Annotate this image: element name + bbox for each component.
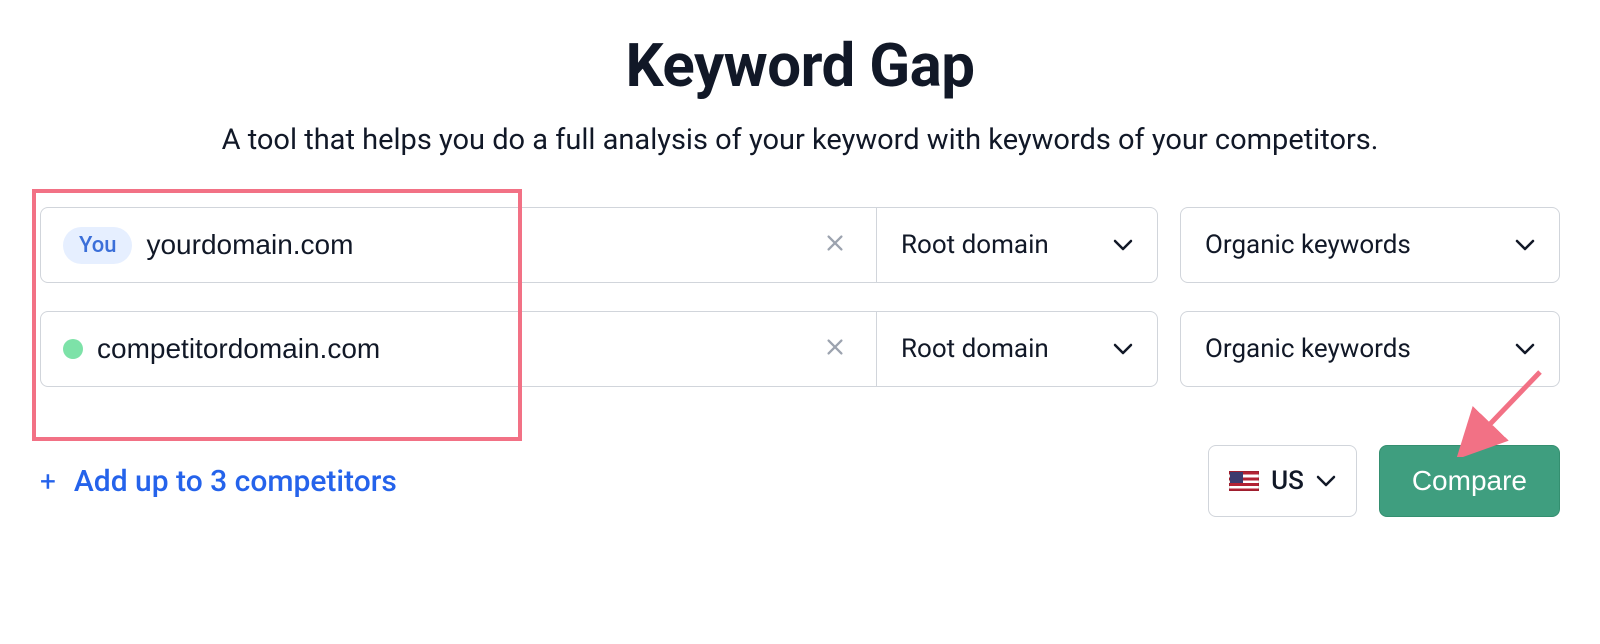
competitor-keyword-type-select[interactable]: Organic keywords: [1180, 311, 1560, 387]
page-subtitle: A tool that helps you do a full analysis…: [40, 123, 1560, 157]
chevron-down-icon: [1113, 238, 1133, 252]
domain-input-group: Root domain: [40, 311, 1158, 387]
keyword-gap-form: You Root domain Organic keywords: [40, 207, 1560, 517]
flag-us-icon: [1229, 471, 1259, 491]
close-icon: [824, 229, 846, 261]
scope-label: Root domain: [901, 334, 1049, 364]
domain-input-group: You Root domain: [40, 207, 1158, 283]
your-keyword-type-select[interactable]: Organic keywords: [1180, 207, 1560, 283]
keyword-type-label: Organic keywords: [1205, 334, 1411, 364]
you-badge: You: [63, 227, 132, 264]
chevron-down-icon: [1515, 342, 1535, 356]
clear-your-domain-button[interactable]: [816, 229, 854, 261]
add-competitors-link[interactable]: + Add up to 3 competitors: [40, 464, 397, 499]
competitor-domain-input[interactable]: [97, 333, 802, 365]
chevron-down-icon: [1316, 474, 1336, 488]
country-code-label: US: [1271, 466, 1304, 496]
country-select[interactable]: US: [1208, 445, 1357, 517]
plus-icon: +: [40, 465, 56, 498]
competitor-scope-select[interactable]: Root domain: [877, 312, 1157, 386]
competitor-domain-input-wrap[interactable]: [41, 312, 877, 386]
your-domain-input[interactable]: [146, 229, 802, 261]
keyword-type-label: Organic keywords: [1205, 230, 1411, 260]
your-scope-select[interactable]: Root domain: [877, 208, 1157, 282]
competitor-dot-icon: [63, 339, 83, 359]
your-domain-input-wrap[interactable]: You: [41, 208, 877, 282]
close-icon: [824, 333, 846, 365]
add-competitors-label: Add up to 3 competitors: [74, 464, 397, 499]
domain-row: You Root domain Organic keywords: [40, 207, 1560, 283]
page-title: Keyword Gap: [40, 30, 1560, 101]
compare-button[interactable]: Compare: [1379, 445, 1560, 517]
clear-competitor-domain-button[interactable]: [816, 333, 854, 365]
domain-row: Root domain Organic keywords: [40, 311, 1560, 387]
scope-label: Root domain: [901, 230, 1049, 260]
chevron-down-icon: [1113, 342, 1133, 356]
chevron-down-icon: [1515, 238, 1535, 252]
